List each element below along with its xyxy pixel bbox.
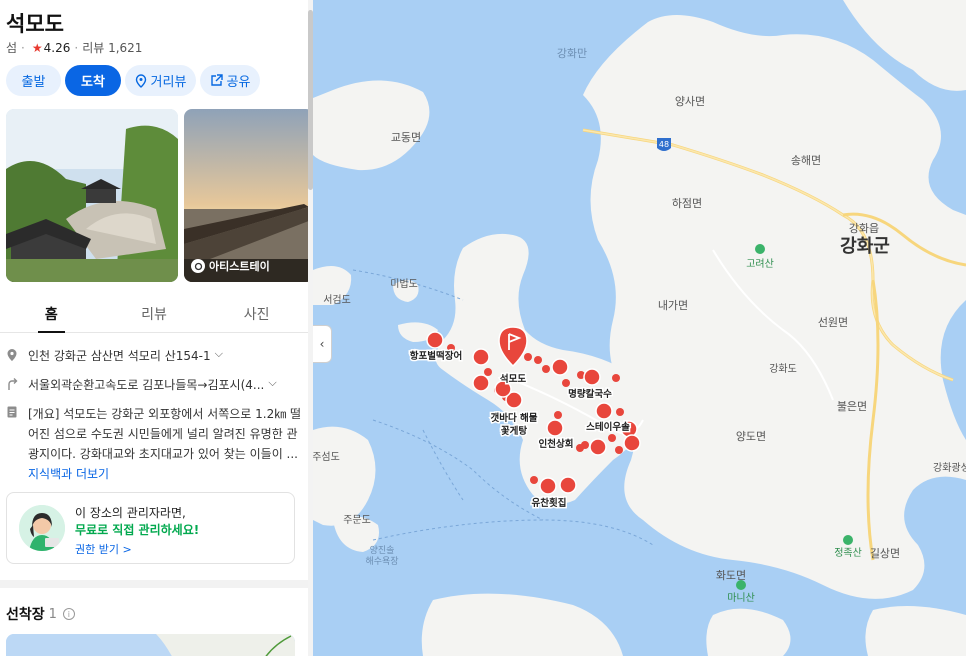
chevron-left-icon: ‹ xyxy=(319,337,325,351)
map-label-juseomdo: 주섬도 xyxy=(313,451,340,463)
meta-separator: · xyxy=(21,40,25,55)
chevron-down-icon: ⌵ xyxy=(214,347,223,360)
route-48-label: 48 xyxy=(659,140,669,149)
share-icon xyxy=(210,74,223,87)
star-icon: ★ xyxy=(31,40,43,55)
map-label-jeongjoksan: 정족산 xyxy=(834,547,862,559)
place-photo-sunset[interactable]: 아티스트테이 xyxy=(184,109,308,282)
photo-source-label: 아티스트테이 xyxy=(209,260,270,273)
camera-icon xyxy=(191,259,205,273)
poi-label-kkotgetang: 꽃게탕 xyxy=(501,425,527,437)
description-text: [개요] 석모도는 강화군 외포항에서 서쪽으로 1.2㎞ 떨어진 섬으로 수도… xyxy=(28,407,302,461)
roadview-button[interactable]: 거리뷰 xyxy=(125,65,196,96)
promo-line2: 무료로 직접 관리하세요! xyxy=(75,523,200,537)
map-label-gilsangmyeon: 길상면 xyxy=(870,547,900,560)
route-text: 서울외곽순환고속도로 김포나들목→김포시(4... xyxy=(28,378,265,392)
tab-home[interactable]: 홈 xyxy=(0,296,103,333)
map-label-mibeopdo: 미법도 xyxy=(390,278,418,290)
location-pin-icon xyxy=(135,73,147,88)
mini-map-image xyxy=(6,634,295,656)
route-48-shield: 48 xyxy=(657,138,671,151)
poi-label-hangpo: 항포벌떡장어 xyxy=(410,350,462,362)
route-icon xyxy=(6,377,20,394)
poi-label-stayusol: 스테이우솔 xyxy=(586,421,630,433)
map-label-ganghwagun: 강화군 xyxy=(840,236,890,257)
section-title-text: 선착장 xyxy=(6,607,45,623)
share-label: 공유 xyxy=(226,75,251,90)
claim-permission-link[interactable]: 권한 받기 > xyxy=(75,541,132,557)
description: [개요] 석모도는 강화군 외포항에서 서쪽으로 1.2㎞ 떨어진 섬으로 수도… xyxy=(28,404,302,484)
poi-label-gaetbada: 갯바다 해물 xyxy=(490,412,537,424)
route-row[interactable]: 서울외곽순환고속도로 김포나들목→김포시(4... ⌵ xyxy=(6,376,302,394)
place-meta: 섬 · ★ 4.26 · 리뷰 1,621 xyxy=(6,39,142,56)
map-canvas: 48 강화만 교동면 양사면 송해면 하점면 강화읍 강화군 고려산 서검도 미… xyxy=(313,0,966,656)
photo-source-tag: 아티스트테이 xyxy=(191,258,270,274)
poi-label-incheonsanghoe: 인천상회 xyxy=(539,438,574,450)
promo-line1: 이 장소의 관리자라면, xyxy=(75,506,186,520)
action-bar: 출발 도착 거리뷰 공유 xyxy=(6,65,260,96)
collapse-panel-button[interactable]: ‹ xyxy=(313,325,332,363)
arrive-button[interactable]: 도착 xyxy=(65,65,121,96)
map-label-yangdomyeon: 양도면 xyxy=(736,430,766,443)
map-label-songhaemyeon: 송해면 xyxy=(791,153,821,167)
map-label-ganghwaman: 강화만 xyxy=(557,47,587,60)
review-count[interactable]: 리뷰 1,621 xyxy=(82,39,142,56)
place-photo-temple[interactable] xyxy=(6,109,178,282)
ferry-section-title: 선착장 1 i xyxy=(6,604,75,624)
map-label-jumundo: 주문도 xyxy=(343,514,371,526)
place-panel: 석모도 섬 · ★ 4.26 · 리뷰 1,621 출발 도착 거리뷰 공유 아… xyxy=(0,0,308,656)
place-rating: 4.26 xyxy=(43,40,71,55)
section-count: 1 xyxy=(48,606,57,622)
map-label-haesu: 해수욕장 xyxy=(365,556,398,567)
roadview-label: 거리뷰 xyxy=(150,75,187,90)
map-label-seonwonmyeon: 선원면 xyxy=(818,316,848,329)
section-divider xyxy=(0,580,308,588)
tab-photos[interactable]: 사진 xyxy=(205,296,308,332)
address-text: 인천 강화군 삼산면 석모리 산154-1 xyxy=(28,349,211,363)
location-pin-icon xyxy=(6,348,20,365)
map-label-hajeommyeon: 하점면 xyxy=(672,196,702,210)
owner-avatar xyxy=(19,505,65,551)
place-title: 석모도 xyxy=(6,12,64,36)
map-label-gyodongmyeon: 교동면 xyxy=(391,131,421,144)
owner-promo-card[interactable]: 이 장소의 관리자라면, 무료로 직접 관리하세요! 권한 받기 > xyxy=(6,492,295,564)
poi-label-myeongyang: 명량칼국수 xyxy=(568,388,612,400)
place-category: 섬 xyxy=(6,41,18,55)
map-label-yangsamyeon: 양사면 xyxy=(675,95,705,108)
poi-label-yuchanhwetjip: 유찬횟집 xyxy=(532,497,567,509)
share-button[interactable]: 공유 xyxy=(200,65,260,96)
temple-photo-image xyxy=(6,109,178,282)
photo-strip: 아티스트테이 xyxy=(6,109,308,282)
poi-label-seokmodo: 석모도 xyxy=(500,373,526,385)
map-label-yangsu: 양진솔 xyxy=(370,545,395,556)
map-label-goryeosan: 고려산 xyxy=(746,258,774,270)
tab-bar: 홈 리뷰 사진 xyxy=(0,296,308,333)
tab-reviews[interactable]: 리뷰 xyxy=(103,296,206,332)
description-row: [개요] 석모도는 강화군 외포항에서 서쪽으로 1.2㎞ 떨어진 섬으로 수도… xyxy=(6,404,302,484)
map-label-seogeomdo: 서검도 xyxy=(323,294,351,306)
chevron-down-icon: ⌵ xyxy=(268,376,277,389)
map-label-manisan: 마니산 xyxy=(727,592,755,604)
map-label-bureunmyeon: 불은면 xyxy=(837,400,867,413)
map-label-ganghwado: 강화도 xyxy=(769,363,797,375)
more-link[interactable]: 지식백과 더보기 xyxy=(28,464,302,484)
sunset-photo-image xyxy=(184,109,308,282)
info-icon[interactable]: i xyxy=(62,608,75,620)
document-icon xyxy=(6,405,20,422)
ferry-mini-map[interactable] xyxy=(6,634,295,656)
map-label-ganghwagong: 강화광성 xyxy=(933,462,966,474)
map-label-naegamyeon: 내가면 xyxy=(658,299,688,312)
meta-separator: · xyxy=(74,40,79,55)
map-label-ganghwaeup: 강화읍 xyxy=(849,222,879,235)
map-view[interactable]: 48 강화만 교동면 양사면 송해면 하점면 강화읍 강화군 고려산 서검도 미… xyxy=(313,0,966,656)
address-row[interactable]: 인천 강화군 삼산면 석모리 산154-1 ⌵ xyxy=(6,347,302,365)
depart-button[interactable]: 출발 xyxy=(6,65,61,96)
